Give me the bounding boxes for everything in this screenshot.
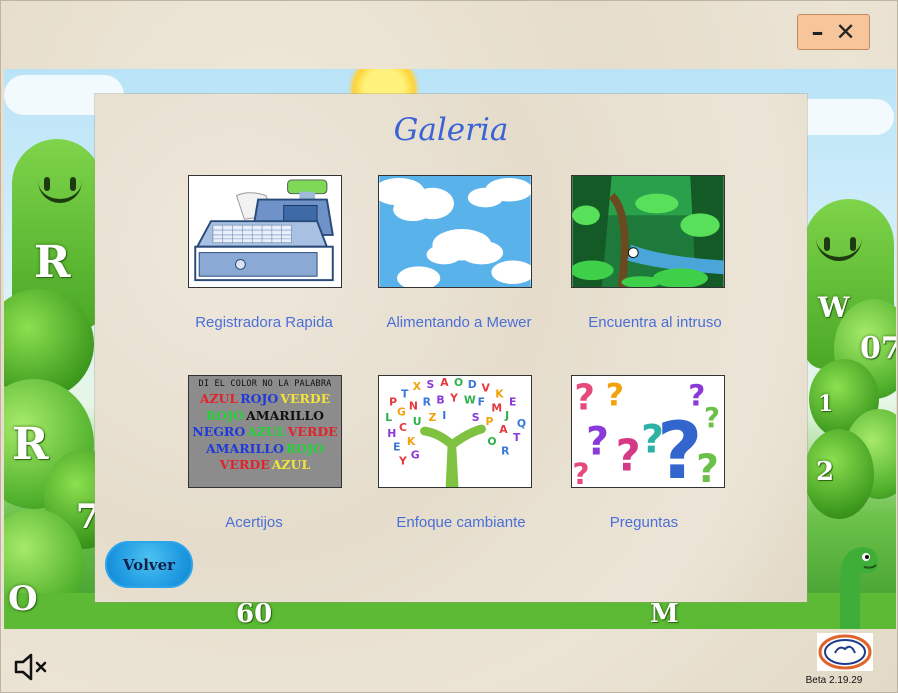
svg-text:E: E xyxy=(509,395,516,408)
scene-letter: 60 xyxy=(236,599,273,629)
svg-text:?: ? xyxy=(586,420,609,465)
stroop-word: NEGRO xyxy=(192,424,246,439)
svg-text:E: E xyxy=(393,441,400,454)
svg-text:Y: Y xyxy=(449,392,458,405)
svg-text:D: D xyxy=(468,378,477,391)
cash-register-icon xyxy=(189,176,341,287)
svg-text:L: L xyxy=(385,411,392,424)
svg-text:G: G xyxy=(411,449,420,462)
svg-text:?: ? xyxy=(696,447,719,487)
svg-text:G: G xyxy=(397,405,406,418)
svg-text:B: B xyxy=(436,394,444,407)
svg-text:N: N xyxy=(409,399,418,412)
svg-text:K: K xyxy=(407,435,416,448)
svg-text:F: F xyxy=(478,395,485,408)
svg-text:I: I xyxy=(442,409,446,422)
stroop-row: NEGRO AZUL VERDE xyxy=(189,424,341,441)
back-button[interactable]: Volver xyxy=(105,541,193,588)
clouds-icon xyxy=(379,176,531,287)
color-words-icon: DI EL COLOR NO LA PALABRA AZUL ROJO VERDE R… xyxy=(189,376,341,487)
dinosaur-icon xyxy=(840,547,878,629)
minimize-button[interactable]: – xyxy=(811,20,823,44)
gallery-label-intruso[interactable]: Encuentra al intruso xyxy=(545,314,765,331)
stroop-row: VERDE AZUL xyxy=(189,457,341,474)
svg-text:J: J xyxy=(504,409,509,422)
stroop-word: AMARILLO xyxy=(246,407,325,423)
svg-text:M: M xyxy=(491,401,502,414)
app-logo xyxy=(817,633,873,671)
svg-text:U: U xyxy=(413,415,422,428)
stroop-header: DI EL COLOR NO LA PALABRA xyxy=(198,379,332,389)
gallery-label-preguntas[interactable]: Preguntas xyxy=(534,514,754,531)
stroop-row: AZUL ROJO VERDE xyxy=(189,391,341,408)
window-controls: – ✕ xyxy=(797,14,870,50)
scene-letter: 07 xyxy=(860,331,896,366)
svg-text:W: W xyxy=(464,394,476,407)
svg-text:?: ? xyxy=(616,431,641,481)
svg-text:R: R xyxy=(423,395,432,408)
stroop-word: AZUL xyxy=(271,457,311,472)
version-label: Beta 2.19.29 xyxy=(805,675,863,686)
scene-letter: R xyxy=(34,237,71,288)
svg-text:O: O xyxy=(487,435,496,448)
jungle-icon xyxy=(572,176,724,287)
stroop-row: ROJO AMARILLO xyxy=(189,408,341,425)
svg-text:P: P xyxy=(485,415,493,428)
question-marks-icon: ? ? ? ? ? ? ? ? ? ? xyxy=(572,376,724,487)
page-title: Galeria xyxy=(393,112,509,148)
svg-text:T: T xyxy=(513,431,521,444)
svg-text:P: P xyxy=(389,395,397,408)
app-window: – ✕ R R 7 O 60 W 07 1 2 M Galeria DI EL … xyxy=(0,0,898,693)
letter-tree-icon: PTX SAO DVK EL G NRB YWF MJQ HCU ZIS PAT … xyxy=(379,376,531,487)
svg-text:H: H xyxy=(387,427,396,440)
gallery-label-alimentando[interactable]: Alimentando a Mewer xyxy=(349,314,569,331)
gallery-tile-acertijos[interactable]: DI EL COLOR NO LA PALABRA AZUL ROJO VERDE R… xyxy=(188,375,342,488)
gallery-tile-registradora[interactable] xyxy=(188,175,342,288)
gallery-label-registradora[interactable]: Registradora Rapida xyxy=(154,314,374,331)
gallery-tile-preguntas[interactable]: ? ? ? ? ? ? ? ? ? ? xyxy=(571,375,725,488)
svg-text:Y: Y xyxy=(398,454,407,467)
svg-text:Z: Z xyxy=(428,411,436,424)
scene-letter: R xyxy=(12,419,49,470)
scene-letter: 2 xyxy=(816,457,835,487)
svg-text:?: ? xyxy=(704,402,720,434)
close-button[interactable]: ✕ xyxy=(835,20,855,44)
svg-text:?: ? xyxy=(574,377,595,418)
gallery-tile-intruso[interactable] xyxy=(571,175,725,288)
scene-letter: 1 xyxy=(818,391,834,417)
gallery-tile-alimentando[interactable] xyxy=(378,175,532,288)
svg-text:C: C xyxy=(399,421,407,434)
mute-icon[interactable] xyxy=(13,653,53,681)
stroop-word: AMARILLO xyxy=(205,440,284,456)
stroop-word: ROJO xyxy=(285,440,325,456)
stroop-row: AMARILLO ROJO xyxy=(189,441,341,458)
svg-text:S: S xyxy=(427,378,435,391)
stroop-word: VERDE xyxy=(287,424,338,439)
svg-text:O: O xyxy=(454,376,463,389)
svg-text:V: V xyxy=(482,382,491,395)
gallery-tile-enfoque[interactable]: PTX SAO DVK ELG NRB YWF MJQ HCU ZIS PAT … xyxy=(378,375,532,488)
svg-text:?: ? xyxy=(572,457,589,487)
gallery-label-acertijos[interactable]: Acertijos xyxy=(144,514,364,531)
svg-text:A: A xyxy=(440,376,449,389)
svg-text:Q: Q xyxy=(517,417,526,430)
scene-letter: M xyxy=(650,599,679,629)
stroop-word: AZUL xyxy=(247,424,286,439)
svg-text:K: K xyxy=(495,388,504,401)
stroop-word: VERDE xyxy=(219,457,270,472)
stroop-word: VERDE xyxy=(280,391,331,406)
stroop-word: ROJO xyxy=(240,391,279,406)
svg-text:S: S xyxy=(472,411,480,424)
stroop-word: AZUL xyxy=(199,391,239,406)
svg-text:X: X xyxy=(413,380,422,393)
svg-text:R: R xyxy=(501,445,510,458)
scene-letter: W xyxy=(818,291,850,324)
svg-text:T: T xyxy=(401,388,409,401)
stroop-word: ROJO xyxy=(205,407,245,423)
svg-text:A: A xyxy=(499,423,508,436)
svg-text:?: ? xyxy=(606,377,624,413)
scene-letter: O xyxy=(8,579,38,619)
